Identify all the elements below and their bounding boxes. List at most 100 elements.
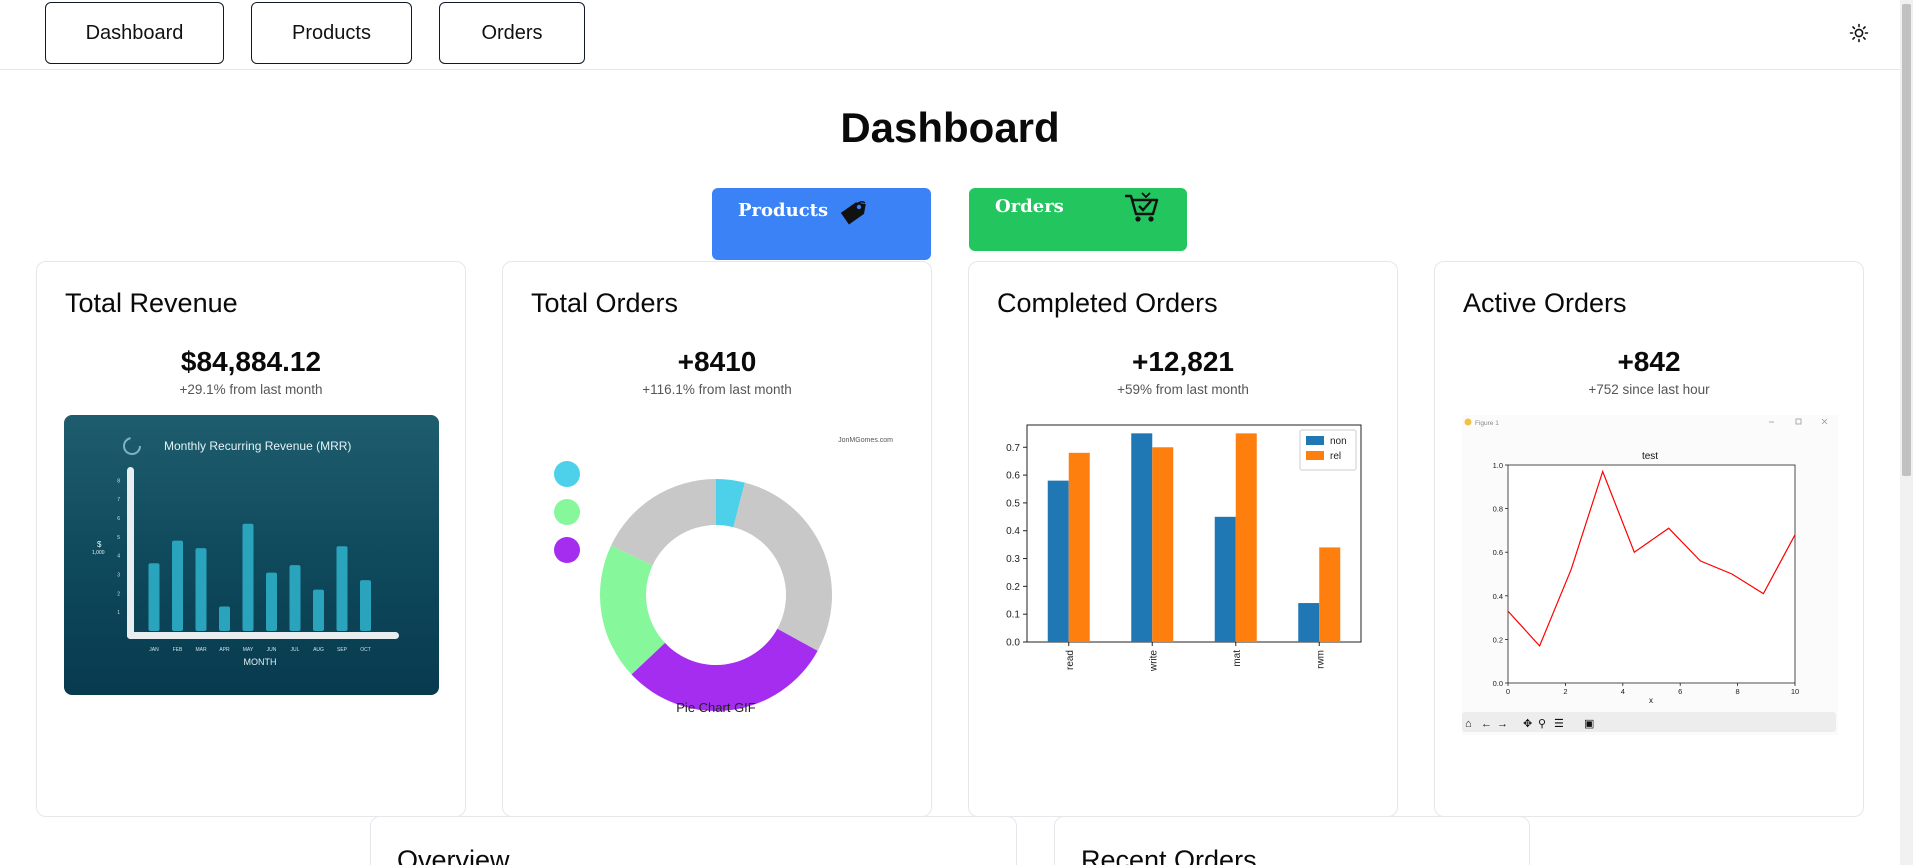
line-xtick-label: 8 <box>1736 687 1740 696</box>
mrr-ytick-label: 4 <box>117 554 120 560</box>
pie-legend-dot <box>554 537 580 563</box>
grouped-ytick-label: 0.2 <box>1006 582 1020 593</box>
mrr-chart-panel: Monthly Recurring Revenue (MRR) $ 1,000 … <box>64 415 439 695</box>
line-plot-frame <box>1507 464 1796 684</box>
card-value: $84,884.12 <box>180 346 322 377</box>
shopping-cart-icon <box>1125 192 1159 222</box>
pie-caption: Pie Chart GIF <box>676 700 756 715</box>
dashboard-page: Dashboard Products Orders Dashboard Prod… <box>0 0 1913 865</box>
grouped-xtick-label: mat <box>1232 650 1243 667</box>
mrr-bar <box>172 540 183 631</box>
mrr-ytick-label: 7 <box>117 497 120 503</box>
grouped-xtick-label: read <box>1065 650 1076 670</box>
configure-subplots-icon[interactable]: ☰ <box>1554 718 1564 730</box>
mrr-ytick-label: 6 <box>117 516 120 522</box>
mrr-ylabel: $ <box>97 540 102 549</box>
card-title: Active Orders <box>1463 288 1627 318</box>
mrr-xtick-label: OCT <box>360 647 371 653</box>
mrr-ytick-label: 1 <box>117 610 120 616</box>
mrr-chart-title: Monthly Recurring Revenue (MRR) <box>164 439 351 453</box>
mrr-bar <box>219 606 230 631</box>
grouped-xtick-label: write <box>1148 650 1159 673</box>
line-ytick-label: 0.0 <box>1493 679 1503 688</box>
grouped-legend-label: rel <box>1330 451 1341 462</box>
pie-watermark: JonMGomes.com <box>838 437 893 444</box>
mrr-bar <box>336 546 348 631</box>
scrollbar-thumb[interactable] <box>1902 4 1911 476</box>
nav-orders-label: Orders <box>481 21 543 44</box>
line-ytick-label: 0.4 <box>1493 592 1503 601</box>
grouped-bar <box>1068 452 1090 642</box>
mrr-bar <box>313 589 324 631</box>
mrr-ytick-label: 3 <box>117 573 120 579</box>
save-figure-icon[interactable]: ▣ <box>1584 718 1594 730</box>
line-ytick-label: 0.8 <box>1493 505 1503 514</box>
forward-arrow-icon[interactable]: → <box>1497 718 1508 730</box>
nav-products-button[interactable]: Products <box>251 2 412 64</box>
home-icon[interactable]: ⌂ <box>1465 718 1472 730</box>
total-orders-card: Total Orders +8410 +116.1% from last mon… <box>502 261 932 817</box>
grouped-ytick-label: 0.4 <box>1006 526 1020 537</box>
mrr-bar-chart: Monthly Recurring Revenue (MRR) $ 1,000 … <box>92 437 399 667</box>
mrr-xtick-label: APR <box>219 647 230 653</box>
mrr-x-axis <box>127 632 399 639</box>
figure-window-title: Figure 1 <box>1475 420 1499 427</box>
line-ytick-label: 1.0 <box>1493 461 1503 470</box>
grouped-bar <box>1214 516 1236 642</box>
mrr-ylabel-unit: 1,000 <box>92 550 105 556</box>
products-quick-label: Products <box>738 200 829 221</box>
card-subtext: +752 since last hour <box>1588 382 1710 397</box>
page-title: Dashboard <box>840 104 1060 151</box>
card-subtext: +116.1% from last month <box>642 382 792 397</box>
pie-legend-dot <box>554 461 580 487</box>
orders-quick-label: Orders <box>995 196 1064 217</box>
grouped-bar <box>1319 547 1341 642</box>
mrr-xtick-label: MAR <box>195 647 207 653</box>
mrr-xtick-label: SEP <box>337 647 348 653</box>
pan-icon[interactable]: ✥ <box>1523 718 1532 730</box>
mrr-ytick-label: 8 <box>117 478 120 484</box>
figure-toolbar <box>1462 712 1836 732</box>
mrr-bar <box>360 580 371 631</box>
card-value: +842 <box>1617 346 1681 377</box>
card-value: +8410 <box>677 346 757 377</box>
card-title: Total Revenue <box>65 288 238 318</box>
grouped-bar <box>1131 433 1153 642</box>
pie-slice <box>733 482 832 651</box>
nav-dashboard-button[interactable]: Dashboard <box>45 2 224 64</box>
grouped-xtick-label: rwm <box>1315 650 1326 669</box>
completed-orders-card: Completed Orders +12,821 +59% from last … <box>968 261 1398 817</box>
back-arrow-icon[interactable]: ← <box>1481 718 1492 730</box>
line-xtick-label: 4 <box>1621 687 1625 696</box>
card-subtext: +29.1% from last month <box>179 382 323 397</box>
recent-orders-title: Recent Orders <box>1081 845 1257 865</box>
mrr-xtick-label: AUG <box>313 647 324 653</box>
nav-products-label: Products <box>292 21 371 44</box>
grouped-ytick-label: 0.5 <box>1006 498 1020 509</box>
nav-orders-button[interactable]: Orders <box>439 2 585 64</box>
zoom-magnifier-icon[interactable]: ⚲ <box>1538 718 1546 730</box>
mrr-bar <box>195 548 207 631</box>
line-chart-xlabel: x <box>1649 696 1653 705</box>
grouped-ytick-label: 0.1 <box>1006 610 1020 621</box>
nav-dashboard-label: Dashboard <box>85 21 184 44</box>
sun-icon[interactable] <box>1848 22 1870 44</box>
mrr-ytick-label: 5 <box>117 535 120 541</box>
grouped-ytick-label: 0.6 <box>1006 471 1020 482</box>
mrr-xtick-label: MAY <box>243 647 254 653</box>
mrr-bar <box>266 572 277 631</box>
orders-quick-button[interactable]: Orders <box>969 188 1187 251</box>
active-orders-card: Active Orders +842 +752 since last hour … <box>1434 261 1864 817</box>
mrr-bar <box>148 563 160 631</box>
line-xtick-label: 10 <box>1791 687 1799 696</box>
grouped-legend-swatch <box>1306 451 1324 460</box>
grouped-bar <box>1235 433 1257 642</box>
total-revenue-card: Total Revenue $84,884.12 +29.1% from las… <box>36 261 466 817</box>
products-quick-button[interactable]: Products <box>712 188 931 260</box>
line-xtick-label: 2 <box>1563 687 1567 696</box>
card-title: Total Orders <box>531 288 679 318</box>
grouped-bar <box>1298 603 1320 642</box>
mrr-xtick-label: FEB <box>173 647 183 653</box>
mrr-xtick-label: JAN <box>149 647 159 653</box>
grouped-bar-chart: 0.00.10.20.30.40.50.60.7read write mat rwm … <box>1006 424 1362 673</box>
